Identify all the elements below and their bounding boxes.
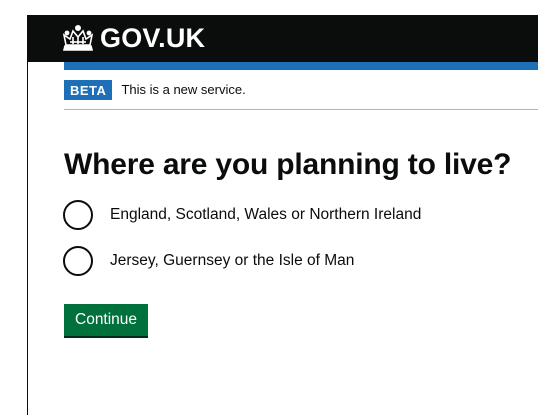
phase-tag: BETA: [64, 79, 113, 100]
crown-icon: [62, 24, 94, 51]
continue-button[interactable]: Continue: [64, 304, 149, 336]
page-heading: Where are you planning to live?: [64, 148, 512, 181]
radio-group: England, Scotland, Wales or Northern Ire…: [63, 198, 421, 290]
radio-label[interactable]: England, Scotland, Wales or Northern Ire…: [110, 206, 421, 224]
govuk-header: GOV.UK: [28, 16, 538, 62]
govuk-logo-link[interactable]: GOV.UK: [61, 23, 205, 53]
radio-button[interactable]: [63, 246, 93, 276]
header-accent-bar: [64, 62, 538, 70]
radio-label[interactable]: Jersey, Guernsey or the Isle of Man: [110, 252, 354, 270]
radio-option-jersey[interactable]: Jersey, Guernsey or the Isle of Man: [63, 244, 421, 278]
phase-banner: BETA This is a new service.: [64, 70, 538, 110]
radio-option-england[interactable]: England, Scotland, Wales or Northern Ire…: [63, 198, 421, 232]
logo-text: GOV.UK: [100, 23, 206, 53]
radio-button[interactable]: [63, 200, 93, 230]
phase-banner-text: This is a new service.: [121, 82, 246, 97]
